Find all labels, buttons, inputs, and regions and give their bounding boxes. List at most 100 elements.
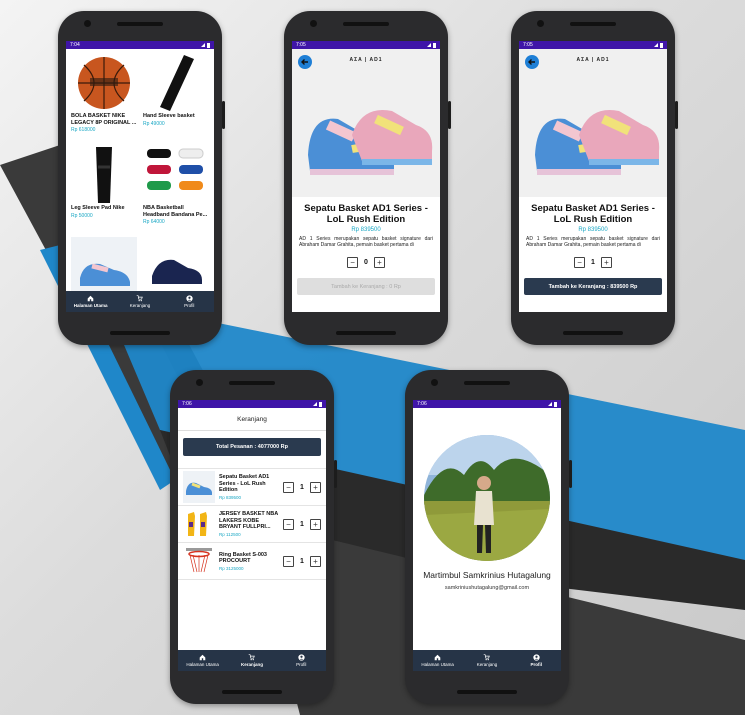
- cart-item-price: Rp 112500: [219, 531, 241, 537]
- product-name: BOLA BASKET NIKE LEGACY 8P ORIGINAL ...: [71, 113, 137, 126]
- speaker: [229, 381, 275, 385]
- add-to-cart-button[interactable]: Tambah ke Keranjang : 0 Rp: [297, 278, 435, 295]
- product-card[interactable]: Leg Sleeve Pad Nike Rp 50000: [71, 145, 137, 234]
- increment-button[interactable]: +: [309, 518, 321, 530]
- cart-item[interactable]: Sepatu Basket AD1 Series - LoL Rush Edit…: [178, 469, 326, 506]
- battery-icon: [554, 401, 557, 407]
- status-bar: 7:06: [413, 400, 561, 408]
- add-to-cart-button[interactable]: Tambah ke Keranjang : 839500 Rp: [524, 278, 662, 295]
- chin-speaker: [110, 331, 170, 335]
- cart-icon: [484, 654, 491, 661]
- quantity-value: 0: [364, 259, 368, 266]
- cart-item[interactable]: Ring Basket S-003 PROCOURT Rp 3125000 − …: [178, 543, 326, 580]
- profile-icon: [533, 654, 540, 661]
- product-price: Rp 50000: [71, 212, 93, 219]
- cart-list: Sepatu Basket AD1 Series - LoL Rush Edit…: [178, 468, 326, 580]
- chin-speaker: [222, 690, 282, 694]
- product-description: AD 1 Series merupakan sepatu basket sign…: [299, 236, 433, 248]
- battery-icon: [433, 42, 436, 48]
- side-button: [448, 101, 451, 129]
- product-title: Sepatu Basket AD1 Series - LoL Rush Edit…: [304, 203, 428, 225]
- home-icon: [434, 654, 441, 661]
- increment-button[interactable]: +: [309, 481, 321, 493]
- decrement-button[interactable]: −: [283, 481, 294, 493]
- product-title: Sepatu Basket AD1 Series - LoL Rush Edit…: [531, 203, 655, 225]
- nav-home[interactable]: Halaman Utama: [183, 654, 223, 667]
- arm-sleeve-icon: [143, 53, 209, 113]
- shoe-icon: [71, 237, 137, 297]
- nav-home[interactable]: Halaman Utama: [418, 654, 458, 667]
- side-button: [569, 460, 572, 488]
- bottom-nav: Halaman Utama Keranjang Profil: [178, 650, 326, 671]
- nav-home-label: Halaman Utama: [73, 303, 108, 308]
- product-card[interactable]: NBA Basketball Headband Bandana Pe... Rp…: [143, 145, 209, 234]
- status-time: 7:04: [70, 42, 80, 48]
- camera: [310, 20, 317, 27]
- arrow-left-icon: [528, 59, 535, 65]
- jersey-icon: [183, 508, 215, 540]
- total-order-bar[interactable]: Total Pesanan : 4077000 Rp: [183, 438, 321, 456]
- signal-icon: [427, 43, 431, 47]
- quantity-value: 1: [591, 259, 595, 266]
- signal-icon: [313, 402, 317, 406]
- nav-profile[interactable]: Profil: [516, 654, 556, 667]
- decrement-button[interactable]: −: [574, 257, 586, 268]
- increment-button[interactable]: +: [373, 257, 385, 268]
- quantity-stepper: − 0 +: [292, 257, 440, 268]
- quantity-stepper: − 1 +: [283, 518, 321, 530]
- nav-cart[interactable]: Keranjang: [232, 654, 272, 667]
- profile-screen: 7:06 Martimbul Samkrinius Hutagalung sam…: [413, 400, 561, 671]
- nav-cart-label: Keranjang: [476, 662, 498, 667]
- quantity-value: 1: [300, 557, 304, 565]
- nav-profile[interactable]: Profil: [169, 295, 209, 308]
- nav-profile-label: Profil: [296, 662, 307, 667]
- profile-photo: [424, 435, 550, 561]
- product-name: NBA Basketball Headband Bandana Pe...: [143, 205, 208, 218]
- back-button[interactable]: [525, 55, 539, 69]
- profile-icon: [298, 654, 305, 661]
- nav-cart[interactable]: Keranjang: [120, 295, 160, 308]
- battery-icon: [207, 42, 210, 48]
- status-time: 7:05: [296, 42, 306, 48]
- cart-item-price: Rp 839500: [219, 494, 242, 500]
- battery-icon: [319, 401, 322, 407]
- product-price: Rp 618000: [71, 127, 96, 133]
- nav-home-label: Halaman Utama: [421, 662, 454, 667]
- camera: [196, 379, 203, 386]
- nav-cart[interactable]: Keranjang: [467, 654, 507, 667]
- phone-detail-empty: 7:05 AΣA | AD1 Sepatu Basket AD1 Series …: [284, 11, 451, 345]
- product-card[interactable]: Hand Sleeve basket Rp 49000: [143, 53, 209, 142]
- decrement-button[interactable]: −: [283, 518, 294, 530]
- increment-button[interactable]: +: [309, 555, 321, 567]
- nav-profile[interactable]: Profil: [281, 654, 321, 667]
- nav-home[interactable]: Halaman Utama: [71, 295, 111, 308]
- side-button: [222, 101, 225, 129]
- cart-item-name: JERSEY BASKET NBA LAKERS KOBE BRYANT FUL…: [219, 511, 278, 531]
- chin-speaker: [563, 331, 623, 335]
- back-button[interactable]: [298, 55, 312, 69]
- shoe-icon: [183, 471, 215, 503]
- profile-email: samkriniushutagalung@gmail.com: [444, 585, 530, 591]
- shoe-icon: [535, 110, 660, 175]
- phone-cart: 7:06 Keranjang Total Pesanan : 4077000 R…: [170, 370, 337, 704]
- product-price: Rp 64000: [143, 219, 165, 225]
- product-card[interactable]: BOLA BASKET NIKE LEGACY 8P ORIGINAL ... …: [71, 53, 137, 142]
- camera: [537, 20, 544, 27]
- decrement-button[interactable]: −: [283, 555, 294, 567]
- side-button: [334, 460, 337, 488]
- product-description: AD 1 Series merupakan sepatu basket sign…: [526, 236, 660, 248]
- product-name: Hand Sleeve basket: [143, 113, 195, 119]
- product-image: AΣA | AD1: [292, 49, 440, 197]
- chin-speaker: [336, 331, 396, 335]
- increment-button[interactable]: +: [600, 257, 612, 268]
- chin-speaker: [457, 690, 517, 694]
- nav-cart-label: Keranjang: [129, 303, 151, 308]
- cart-item-price: Rp 3125000: [219, 565, 244, 571]
- quantity-value: 1: [300, 483, 304, 491]
- decrement-button[interactable]: −: [347, 257, 359, 268]
- speaker: [570, 22, 616, 26]
- cart-item[interactable]: JERSEY BASKET NBA LAKERS KOBE BRYANT FUL…: [178, 506, 326, 543]
- status-time: 7:05: [523, 42, 533, 48]
- headbands-icon: [143, 145, 209, 205]
- arrow-left-icon: [301, 59, 308, 65]
